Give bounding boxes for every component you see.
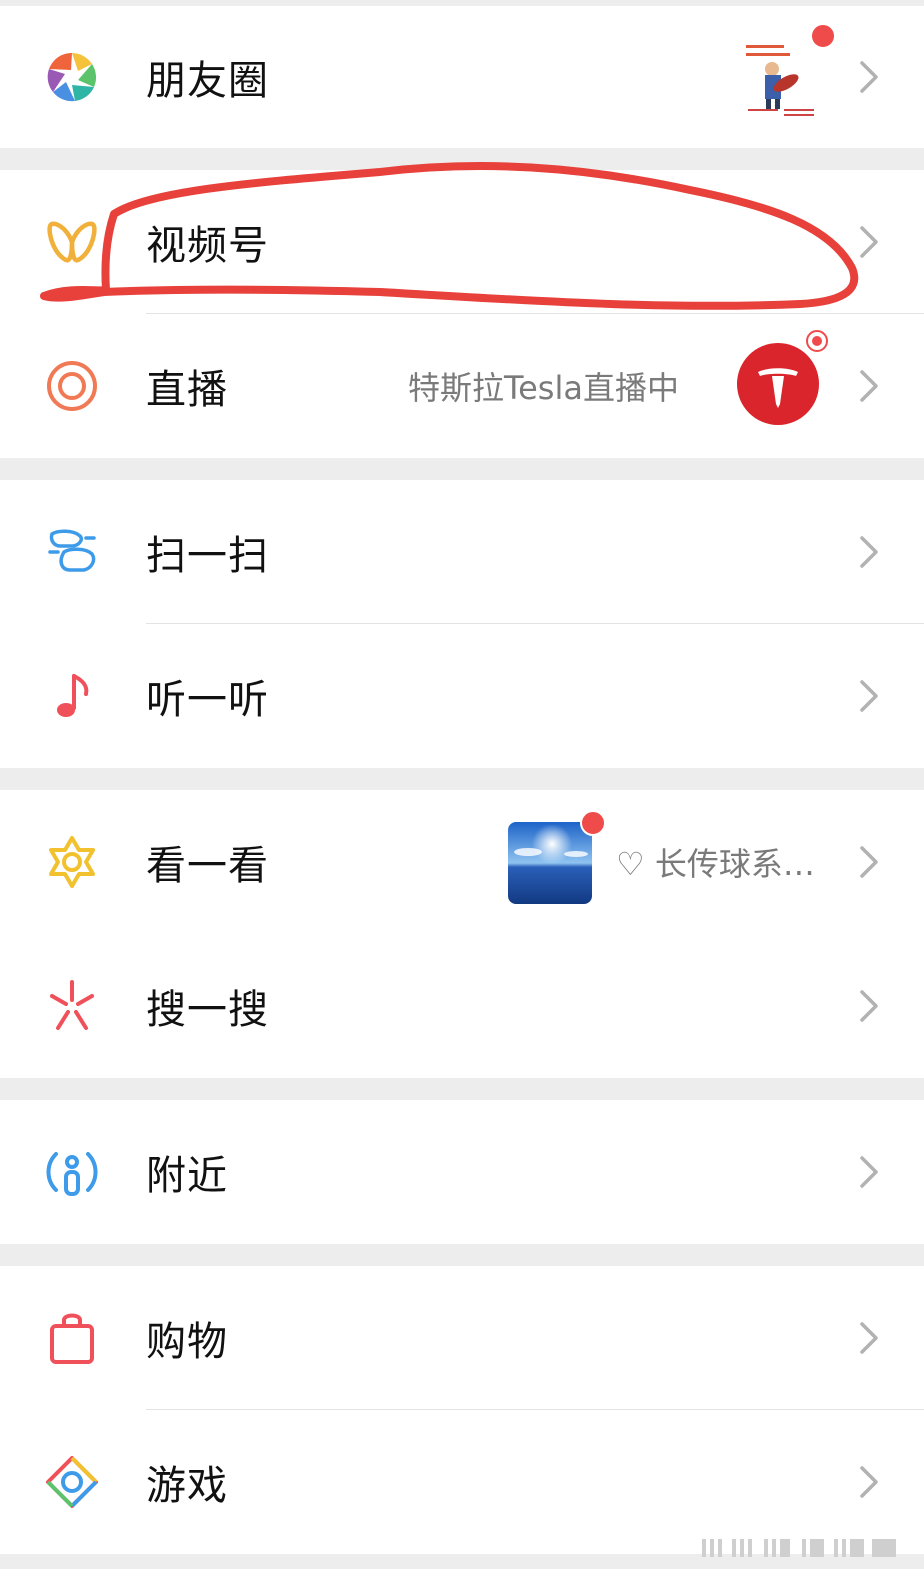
group-shopping: 购物 游戏 bbox=[0, 1266, 924, 1554]
chevron-right-icon bbox=[858, 532, 882, 572]
sparkle-icon bbox=[44, 978, 100, 1034]
menu-item-live[interactable]: 直播 特斯拉Tesla直播中 bbox=[0, 314, 924, 458]
shopping-bag-icon bbox=[44, 1310, 100, 1366]
live-label: 直播 bbox=[146, 367, 228, 413]
diamond-game-icon bbox=[44, 1454, 100, 1510]
chevron-right-icon bbox=[858, 1462, 882, 1502]
menu-item-search[interactable]: 搜一搜 bbox=[0, 934, 924, 1078]
menu-item-scan[interactable]: 扫一扫 bbox=[0, 480, 924, 624]
live-status-text: 特斯拉Tesla直播中 bbox=[408, 369, 679, 407]
chevron-right-icon bbox=[858, 1152, 882, 1192]
star-flower-icon bbox=[44, 834, 100, 890]
games-label: 游戏 bbox=[146, 1463, 228, 1509]
ring-icon bbox=[44, 358, 100, 414]
tesla-avatar bbox=[736, 330, 828, 426]
chevron-right-icon bbox=[858, 676, 882, 716]
signal-bars-icon bbox=[702, 1533, 902, 1561]
discover-page: 朋友圈 视频号 直播 特斯拉Tesla直播中 扫一扫 听一听 看一看 ♡ 长传球… bbox=[0, 0, 924, 1569]
live-indicator-icon bbox=[806, 330, 828, 352]
menu-item-nearby[interactable]: 附近 bbox=[0, 1100, 924, 1244]
chevron-right-icon bbox=[858, 222, 882, 262]
top-stories-badge bbox=[580, 810, 606, 836]
location-person-icon bbox=[44, 1144, 100, 1200]
group-nearby: 附近 bbox=[0, 1100, 924, 1244]
chevron-right-icon bbox=[858, 842, 882, 882]
channels-label: 视频号 bbox=[146, 223, 269, 269]
menu-item-top-stories[interactable]: 看一看 ♡ 长传球系… bbox=[0, 790, 924, 934]
menu-item-channels[interactable]: 视频号 bbox=[0, 170, 924, 314]
listen-label: 听一听 bbox=[146, 677, 269, 723]
chevron-right-icon bbox=[858, 57, 882, 97]
menu-item-moments[interactable]: 朋友圈 bbox=[0, 6, 924, 148]
group-channels: 视频号 直播 特斯拉Tesla直播中 bbox=[0, 170, 924, 458]
chevron-right-icon bbox=[858, 986, 882, 1026]
scan-label: 扫一扫 bbox=[146, 533, 269, 579]
moments-badge bbox=[810, 23, 836, 49]
top-stories-preview-text: ♡ 长传球系… bbox=[616, 845, 815, 883]
music-note-icon bbox=[44, 668, 100, 724]
scan-icon bbox=[44, 524, 100, 580]
top-stories-label: 看一看 bbox=[146, 843, 269, 889]
aperture-icon bbox=[44, 49, 100, 105]
chevron-right-icon bbox=[858, 1318, 882, 1358]
menu-item-shopping[interactable]: 购物 bbox=[0, 1266, 924, 1410]
top-stories-preview-image bbox=[508, 810, 606, 904]
butterfly-icon bbox=[44, 214, 100, 270]
moments-label: 朋友圈 bbox=[146, 58, 269, 104]
menu-item-listen[interactable]: 听一听 bbox=[0, 624, 924, 768]
shopping-label: 购物 bbox=[146, 1319, 228, 1365]
moments-preview-image bbox=[740, 23, 836, 119]
group-scan: 扫一扫 听一听 bbox=[0, 480, 924, 768]
chevron-right-icon bbox=[858, 366, 882, 406]
group-stories: 看一看 ♡ 长传球系… 搜一搜 bbox=[0, 790, 924, 1078]
nearby-label: 附近 bbox=[146, 1153, 228, 1199]
search-label: 搜一搜 bbox=[146, 987, 269, 1033]
group-moments: 朋友圈 bbox=[0, 6, 924, 148]
